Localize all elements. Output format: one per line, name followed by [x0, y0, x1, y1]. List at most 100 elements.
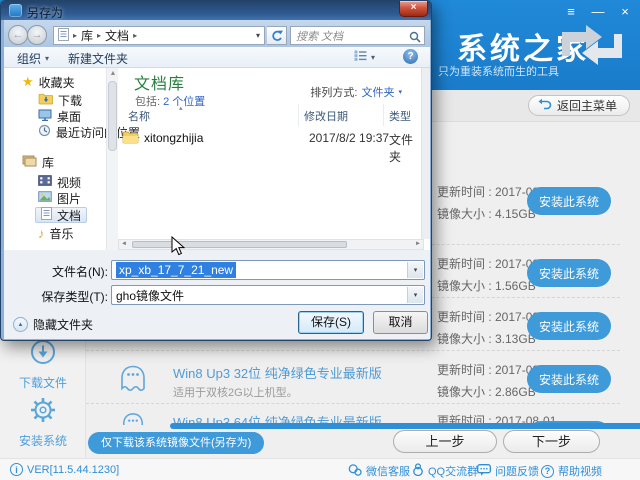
- nav-back-button[interactable]: ←: [8, 25, 28, 45]
- filename-input[interactable]: xp_xb_17_7_21_new ▾: [111, 260, 425, 280]
- download-circle-icon: [29, 355, 57, 369]
- scroll-left-icon[interactable]: ◄: [121, 241, 127, 247]
- app-menu-icon[interactable]: ≡: [564, 4, 578, 19]
- collapse-caret-icon: ▲: [13, 317, 28, 332]
- chevron-down-icon: ▾: [45, 54, 49, 63]
- tree-label: 下载: [58, 92, 82, 109]
- refresh-button[interactable]: [267, 26, 287, 45]
- arrange-by-control[interactable]: 排列方式: 文件夹 ▾: [310, 84, 402, 100]
- help-button[interactable]: ?: [403, 49, 418, 64]
- qq-group-link[interactable]: QQ交流群: [412, 463, 478, 479]
- chevron-down-icon: ▾: [371, 53, 375, 62]
- scroll-thumb[interactable]: [108, 81, 117, 151]
- version-label: VER[11.5.44.1230]: [27, 464, 119, 476]
- qq-penguin-icon: [412, 463, 424, 479]
- tree-item-downloads[interactable]: 下载: [38, 92, 82, 108]
- column-header-type[interactable]: 类型: [389, 108, 411, 124]
- chevron-down-icon[interactable]: ▾: [256, 31, 260, 40]
- filename-value[interactable]: xp_xb_17_7_21_new: [116, 262, 236, 278]
- tree-item-libraries[interactable]: 库: [22, 154, 54, 170]
- horizontal-scrollbar[interactable]: ◄ ►: [118, 239, 424, 250]
- refresh-icon: [271, 30, 283, 42]
- tree-item-desktop[interactable]: 桌面: [38, 108, 81, 124]
- arrange-label: 排列方式:: [310, 84, 357, 100]
- dialog-close-button[interactable]: ×: [399, 1, 428, 17]
- hide-folders-button[interactable]: ▲ 隐藏文件夹: [13, 316, 93, 333]
- includes-link[interactable]: 2 个位置: [163, 96, 205, 108]
- install-system-button[interactable]: 安装此系统: [527, 187, 611, 215]
- organize-menu[interactable]: 组织 ▾: [17, 50, 49, 67]
- desktop-monitor-icon: [38, 109, 52, 124]
- download-only-button[interactable]: 仅下载该系统镜像文件(另存为): [88, 432, 264, 454]
- ghost-os-icon: [116, 363, 150, 399]
- arrange-value[interactable]: 文件夹: [361, 84, 394, 100]
- app-close-icon[interactable]: ×: [618, 4, 632, 19]
- brand-logo-arrows-icon: [556, 16, 628, 79]
- tree-item-favorites[interactable]: ★ 收藏夹: [22, 74, 75, 90]
- crumb-separator-icon: ▸: [73, 31, 77, 40]
- clock-icon: [38, 124, 51, 140]
- filetype-select[interactable]: gho镜像文件 ▾: [111, 285, 425, 305]
- scroll-thumb[interactable]: [132, 241, 347, 248]
- music-note-icon: ♪: [38, 226, 45, 241]
- install-system-button[interactable]: 安装此系统: [527, 365, 611, 393]
- nav-forward-button[interactable]: →: [27, 25, 47, 45]
- system-row: Win8 Up3 32位 纯净绿色专业最新版 适用于双核2G以上机型。 更新时间…: [86, 351, 620, 404]
- row-system-title[interactable]: Win8 Up3 32位 纯净绿色专业最新版: [173, 363, 382, 382]
- hide-folders-label: 隐藏文件夹: [33, 316, 93, 333]
- downloads-folder-icon: [38, 93, 53, 108]
- app-minimize-icon[interactable]: —: [591, 4, 605, 19]
- version-info: i VER[11.5.44.1230]: [10, 463, 119, 476]
- search-input[interactable]: [291, 29, 401, 45]
- views-icon: [354, 50, 367, 64]
- help-video-link[interactable]: ? 帮助视频: [541, 463, 602, 479]
- tree-item-documents-selected[interactable]: 文档: [35, 207, 87, 223]
- install-system-button[interactable]: 安装此系统: [527, 312, 611, 340]
- save-as-dialog: 另存为 × ← → ▸ 库 ▸ 文档 ▸ ▾ 组织 ▾: [0, 0, 432, 341]
- sidebar-item-download-files[interactable]: 下载文件: [0, 338, 86, 391]
- crumb-separator-icon: ▸: [97, 31, 101, 40]
- back-arrow-icon: [538, 98, 552, 114]
- sidebar-download-label: 下载文件: [0, 374, 86, 391]
- library-title: 文档库: [134, 70, 185, 94]
- tree-scrollbar[interactable]: ▲: [106, 68, 118, 250]
- search-box: [290, 26, 425, 45]
- install-system-button[interactable]: 安装此系统: [527, 259, 611, 287]
- chevron-down-icon[interactable]: ▾: [407, 287, 423, 303]
- document-page-icon: [41, 207, 52, 223]
- gear-icon: [29, 413, 57, 427]
- dialog-title: 另存为: [27, 4, 63, 21]
- tree-item-videos[interactable]: 视频: [38, 174, 81, 190]
- tree-item-music[interactable]: ♪ 音乐: [38, 225, 74, 241]
- vertical-scrollbar[interactable]: [421, 68, 430, 239]
- views-button[interactable]: ▾: [354, 50, 375, 64]
- sidebar-item-install-system[interactable]: 安装系统: [0, 396, 86, 449]
- dialog-toolbar: 组织 ▾ 新建文件夹 ▾ ?: [4, 47, 430, 68]
- wechat-support-link[interactable]: 微信客服: [348, 463, 410, 479]
- feedback-link[interactable]: 问题反馈: [477, 463, 539, 479]
- return-main-menu-button[interactable]: 返回主菜单: [528, 95, 630, 116]
- window-controls: ≡ — ×: [564, 4, 632, 19]
- dialog-body: ★ 收藏夹 下载 桌面 最近访问的位置 库 视频: [4, 68, 430, 250]
- cancel-button[interactable]: 取消: [373, 311, 428, 334]
- file-row-xitongzhijia[interactable]: xitongzhijia 2017/8/2 19:37 文件夹: [120, 128, 420, 148]
- next-step-button[interactable]: 下一步: [503, 430, 600, 453]
- breadcrumb[interactable]: ▸ 库 ▸ 文档 ▸ ▾: [53, 26, 265, 45]
- new-folder-button[interactable]: 新建文件夹: [68, 50, 128, 67]
- file-date: 2017/8/2 19:37: [309, 131, 389, 145]
- column-header-name[interactable]: 名称: [128, 108, 150, 124]
- info-icon: i: [10, 463, 23, 476]
- chevron-down-icon[interactable]: ▾: [407, 262, 423, 278]
- tree-item-pictures[interactable]: 图片: [38, 190, 81, 206]
- column-header-date[interactable]: 修改日期: [304, 108, 348, 124]
- scroll-right-icon[interactable]: ►: [415, 241, 421, 247]
- prev-step-button[interactable]: 上一步: [393, 430, 497, 453]
- breadcrumb-libraries[interactable]: 库: [81, 27, 93, 44]
- film-icon: [38, 175, 52, 189]
- library-includes: 包括: 2 个位置: [135, 93, 205, 109]
- scroll-up-icon[interactable]: ▲: [107, 70, 119, 77]
- save-button[interactable]: 保存(S): [298, 311, 364, 334]
- dialog-titlebar[interactable]: 另存为: [1, 1, 431, 20]
- star-icon: ★: [22, 74, 34, 90]
- breadcrumb-documents[interactable]: 文档: [105, 27, 129, 44]
